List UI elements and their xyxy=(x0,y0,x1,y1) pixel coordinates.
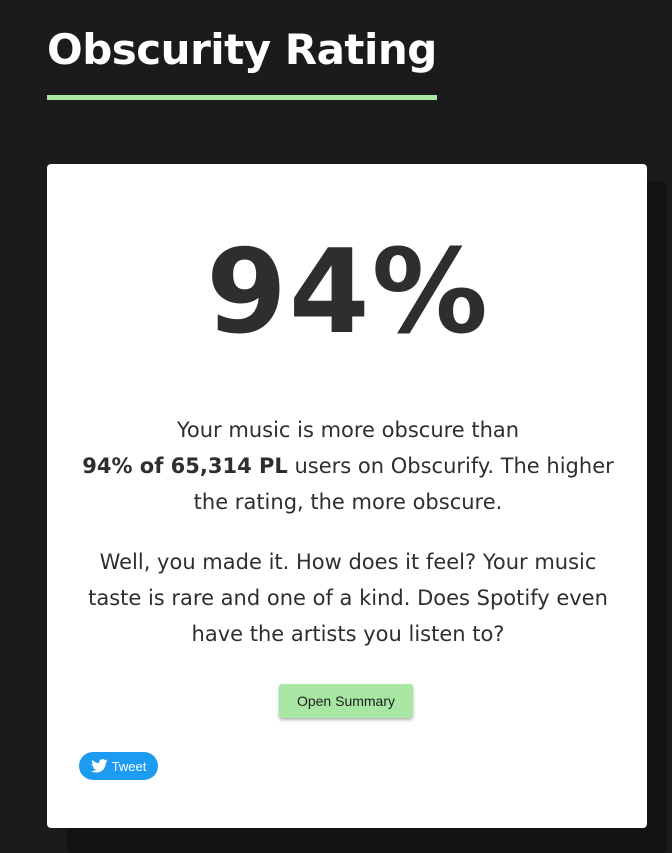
tweet-button[interactable]: Tweet xyxy=(79,752,158,780)
rating-description-highlight: 94% of 65,314 PL xyxy=(82,454,288,478)
tweet-button-label: Tweet xyxy=(111,758,147,774)
page-title: Obscurity Rating xyxy=(47,25,437,74)
rating-message: Well, you made it. How does it feel? You… xyxy=(88,550,608,646)
rating-description-lead: Your music is more obscure than xyxy=(176,418,520,442)
obscurity-rating-value: 94% xyxy=(206,225,490,360)
open-summary-button[interactable]: Open Summary xyxy=(279,684,413,718)
title-underline xyxy=(47,95,437,100)
rating-description: Your music is more obscure than 94% of 65… xyxy=(72,412,624,520)
twitter-bird-icon xyxy=(90,759,108,773)
